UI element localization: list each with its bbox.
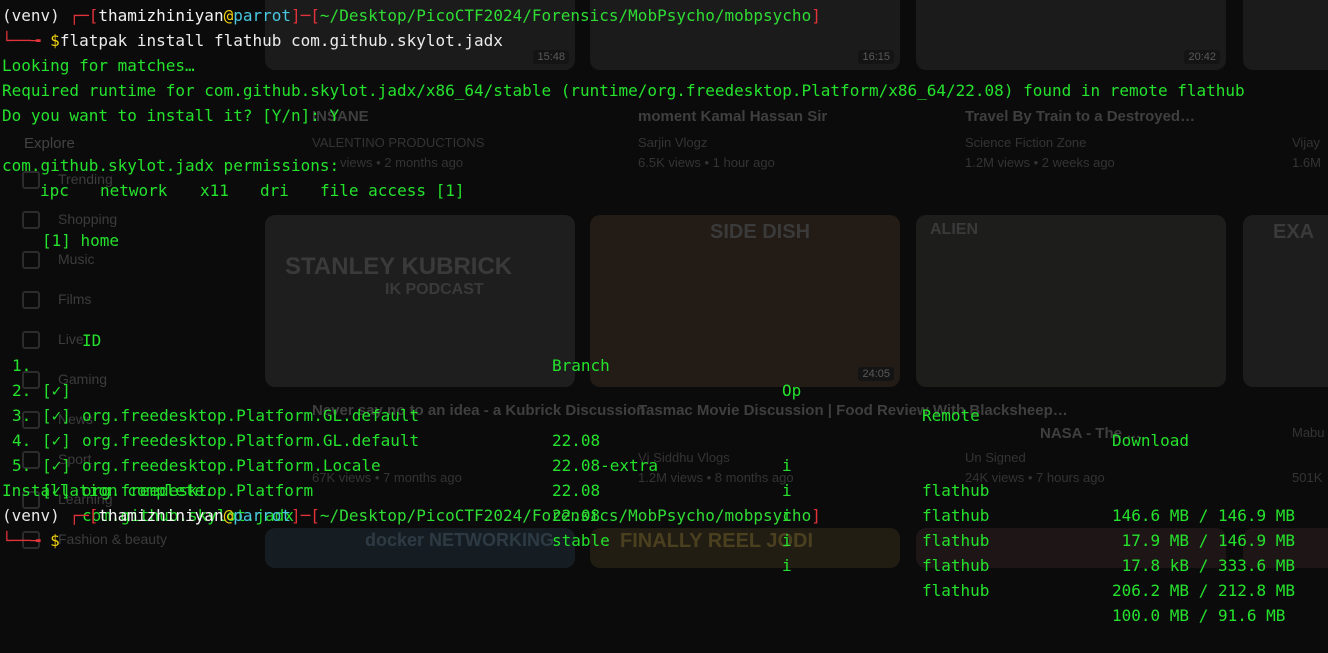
- command-text: flatpak install flathub com.github.skylo…: [59, 31, 503, 50]
- prompt-path: ~/Desktop/PicoCTF2024/Forensics/MobPsych…: [319, 6, 812, 25]
- prompt-path: ~/Desktop/PicoCTF2024/Forensics/MobPsych…: [319, 506, 812, 525]
- output-line: Looking for matches…: [2, 56, 195, 75]
- prompt-line: (venv) ┌─[thamizhiniyan@parrot]─[~/Deskt…: [2, 506, 821, 525]
- prompt-line: (venv) ┌─[thamizhiniyan@parrot]─[~/Deskt…: [2, 6, 821, 25]
- table-row: 4. [✓] org.freedesktop.Platform 22.08 i …: [12, 431, 1296, 600]
- checkmark: [✓]: [42, 456, 71, 475]
- permission-item: x11: [200, 181, 229, 200]
- table-row: 5. [✓] com.github.skylot.jadx stable i f…: [12, 456, 1286, 625]
- completion-message: Installation complete.: [2, 481, 214, 500]
- table-row: 2. [✓] org.freedesktop.Platform.GL.defau…: [12, 381, 1296, 550]
- command-line[interactable]: └──╼ $: [2, 528, 60, 553]
- prompt-host: parrot: [233, 506, 292, 525]
- permission-item: file access [1]: [320, 181, 465, 200]
- output-line: Required runtime for com.github.skylot.j…: [2, 81, 1245, 100]
- permissions-header: com.github.skylot.jadx permissions:: [2, 156, 340, 175]
- file-access-note: [1] home: [42, 231, 120, 250]
- install-table-header: ID Branch Op Remote Download: [2, 303, 1322, 450]
- permission-item: ipc: [40, 181, 69, 200]
- table-row: 3. [✓] org.freedesktop.Platform.Locale 2…: [12, 406, 1296, 575]
- terminal-window[interactable]: (venv) ┌─[thamizhiniyan@parrot]─[~/Deskt…: [0, 0, 1328, 625]
- prompt-user: thamizhiniyan: [98, 6, 224, 25]
- permission-item: network: [100, 181, 168, 200]
- command-line: └──╼ $flatpak install flathub com.github…: [2, 31, 503, 50]
- prompt-user: thamizhiniyan: [98, 506, 224, 525]
- permission-item: dri: [260, 181, 289, 200]
- prompt-host: parrot: [233, 6, 292, 25]
- output-line: Do you want to install it? [Y/n]: Y: [2, 106, 340, 125]
- table-row: 1. [✓] org.freedesktop.Platform.GL.defau…: [12, 356, 1296, 525]
